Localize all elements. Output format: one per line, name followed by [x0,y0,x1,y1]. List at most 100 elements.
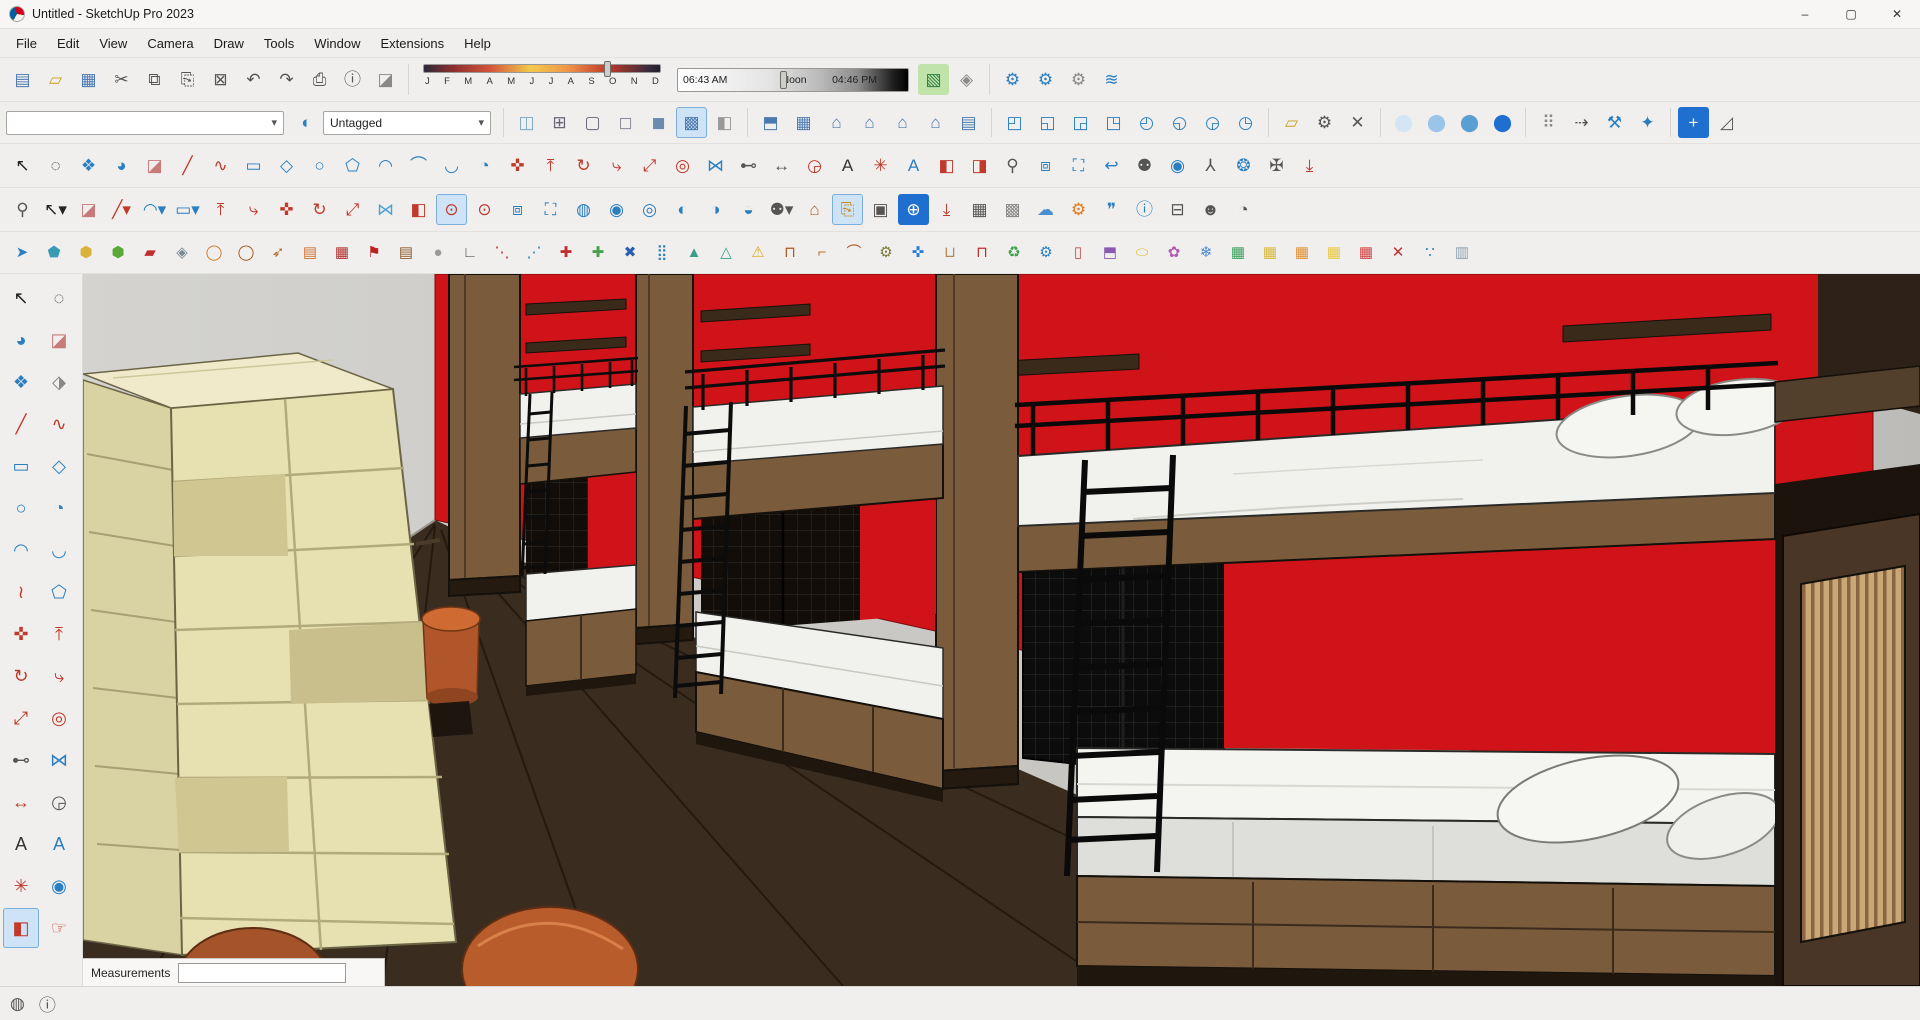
back-view-icon[interactable]: ⌂ [887,107,918,138]
tag-select[interactable]: Untagged [323,111,491,135]
ext-dot-grid-icon[interactable]: ⣿ [647,238,677,268]
ext-arrow-icon[interactable]: ➤ [7,238,37,268]
ext-path-red-icon[interactable]: ⋱ [487,238,517,268]
push-pull-tool[interactable]: ⤒ [41,614,77,654]
ext-plane-icon[interactable]: ⬟ [39,238,69,268]
eraser-tool[interactable]: ◪ [41,320,77,360]
push-pull-icon-2[interactable]: ⤒ [205,194,236,225]
shaded-textures-icon[interactable]: ▩ [676,107,707,138]
grow-selection-icon[interactable]: ◴ [1131,107,1162,138]
ext-comet-icon[interactable]: ➶ [263,238,293,268]
3d-text-icon[interactable]: A [898,150,929,181]
select-edges-icon[interactable]: ◰ [999,107,1030,138]
ext-trash-icon[interactable]: ⊔ [935,238,965,268]
select-tool[interactable]: ↖ [3,278,39,318]
select-icon[interactable]: ↖ [7,150,38,181]
three-point-arc-icon[interactable]: ◡ [436,150,467,181]
download-model-icon[interactable]: ⤓ [1294,150,1325,181]
walk-tool-icon[interactable]: ⅄ [1195,150,1226,181]
ext-grid-yellow-icon[interactable]: ▦ [1319,238,1349,268]
ext-magnet-red-icon[interactable]: ⊓ [967,238,997,268]
section-plane-icon[interactable]: ◧ [931,150,962,181]
menu-item-camera[interactable]: Camera [137,32,203,55]
menu-item-draw[interactable]: Draw [204,32,254,55]
ext-cone-2-icon[interactable]: △ [711,238,741,268]
3d-viewport[interactable] [83,274,1920,986]
walk-tools-dropdown-icon[interactable]: ⚉▾ [766,194,797,225]
ext-sphere-gray-icon[interactable]: ● [423,238,453,268]
menu-item-extensions[interactable]: Extensions [371,32,455,55]
copy-icon[interactable]: ⧉ [139,64,170,95]
boundary-selection-icon[interactable]: ◷ [1230,107,1261,138]
freehand-tool[interactable]: ∿ [41,404,77,444]
follow-me-icon-2[interactable]: ⤷ [238,194,269,225]
ext-flower-icon[interactable]: ✿ [1159,238,1189,268]
ext-torus-2-icon[interactable]: ◯ [231,238,261,268]
eraser-icon[interactable]: ◪ [139,150,170,181]
edge-style-icon[interactable]: ◿ [1711,107,1742,138]
ext-move-blue-icon[interactable]: ✜ [903,238,933,268]
3d-text-tool[interactable]: A [41,824,77,864]
offset-tool[interactable]: ◎ [41,698,77,738]
pin-icon[interactable]: ⊙ [469,194,500,225]
menu-item-edit[interactable]: Edit [47,32,89,55]
components-tool[interactable]: ❖ [3,362,39,402]
ext-box-purple-icon[interactable]: ⬒ [1095,238,1125,268]
rectangle-tool-icon[interactable]: ▭ [238,150,269,181]
extension-warehouse-icon[interactable]: ⚙ [1030,64,1061,95]
dashed-arrow-icon[interactable]: ⇢ [1566,107,1597,138]
shadow-time-slider[interactable]: 06:43 AM Noon 04:46 PM [677,68,909,92]
get-models-icon[interactable]: ⌂ [799,194,830,225]
hand-tool[interactable]: ☞ [41,908,77,948]
ext-flag-icon[interactable]: ⚑ [359,238,389,268]
print-icon[interactable]: ⎙ [304,64,335,95]
select-faces-icon[interactable]: ◱ [1032,107,1063,138]
menu-item-window[interactable]: Window [304,32,370,55]
ext-corner-ruler-icon[interactable]: ∟ [455,238,485,268]
ext-curve-dots-icon[interactable]: ∵ [1415,238,1445,268]
ext-grid-red-2-icon[interactable]: ▦ [1351,238,1381,268]
axes-pin-icon[interactable]: ⊙ [436,194,467,225]
zoom-window-icon[interactable]: ⧈ [1030,150,1061,181]
bottom-view-icon[interactable]: ▤ [953,107,984,138]
tape-measure-icon[interactable]: ⊷ [733,150,764,181]
new-document-icon[interactable]: ▤ [7,64,38,95]
select-connected-icon[interactable]: ◲ [1065,107,1096,138]
position-camera-icon[interactable]: ⚉ [1129,150,1160,181]
add-location-icon[interactable]: ▧ [918,64,949,95]
circle-tool-icon[interactable]: ○ [304,150,335,181]
wireframe-icon[interactable]: ▢ [577,107,608,138]
look-around-icon[interactable]: ◉ [1162,150,1193,181]
move-tool[interactable]: ✜ [3,614,39,654]
ext-magnet-1-icon[interactable]: ⊓ [775,238,805,268]
zoom-previous-icon[interactable]: ↩ [1096,150,1127,181]
open-icon[interactable]: ▱ [40,64,71,95]
front-view-icon[interactable]: ⌂ [821,107,852,138]
minimize-button[interactable]: – [1782,0,1828,28]
match-photo-icon[interactable]: ▣ [865,194,896,225]
open-folder-icon[interactable]: ▱ [1276,107,1307,138]
menu-item-view[interactable]: View [89,32,137,55]
ext-grid-red-icon[interactable]: ▦ [327,238,357,268]
text-tool[interactable]: A [3,824,39,864]
invert-selection-icon[interactable]: ◶ [1197,107,1228,138]
orbit-tool-icon[interactable]: ❂ [1228,150,1259,181]
store-icon[interactable]: ⊟ [1162,194,1193,225]
solid-union-icon[interactable]: ◉ [601,194,632,225]
transparency-icon[interactable]: ▩ [997,194,1028,225]
tool-settings-icon[interactable]: ⚙ [1309,107,1340,138]
ext-torus-1-icon[interactable]: ◯ [199,238,229,268]
stats-icon[interactable]: ◔ [1228,194,1259,225]
left-view-icon[interactable]: ⌂ [920,107,951,138]
menu-item-help[interactable]: Help [454,32,501,55]
ext-table-green-icon[interactable]: ▦ [1223,238,1253,268]
hidden-line-icon[interactable]: ◻ [610,107,641,138]
arc-tools-dropdown-icon[interactable]: ◠▾ [139,194,170,225]
select-icon-2[interactable]: ↖▾ [40,194,71,225]
paint-bucket-icon[interactable]: ◕ [106,150,137,181]
protractor-tool[interactable]: ◶ [41,782,77,822]
ext-door-icon[interactable]: ▯ [1063,238,1093,268]
paste-icon[interactable]: ⎘ [172,64,203,95]
mirror-tool-icon[interactable]: ⋈ [700,150,731,181]
scale-tool[interactable]: ⤢ [3,698,39,738]
